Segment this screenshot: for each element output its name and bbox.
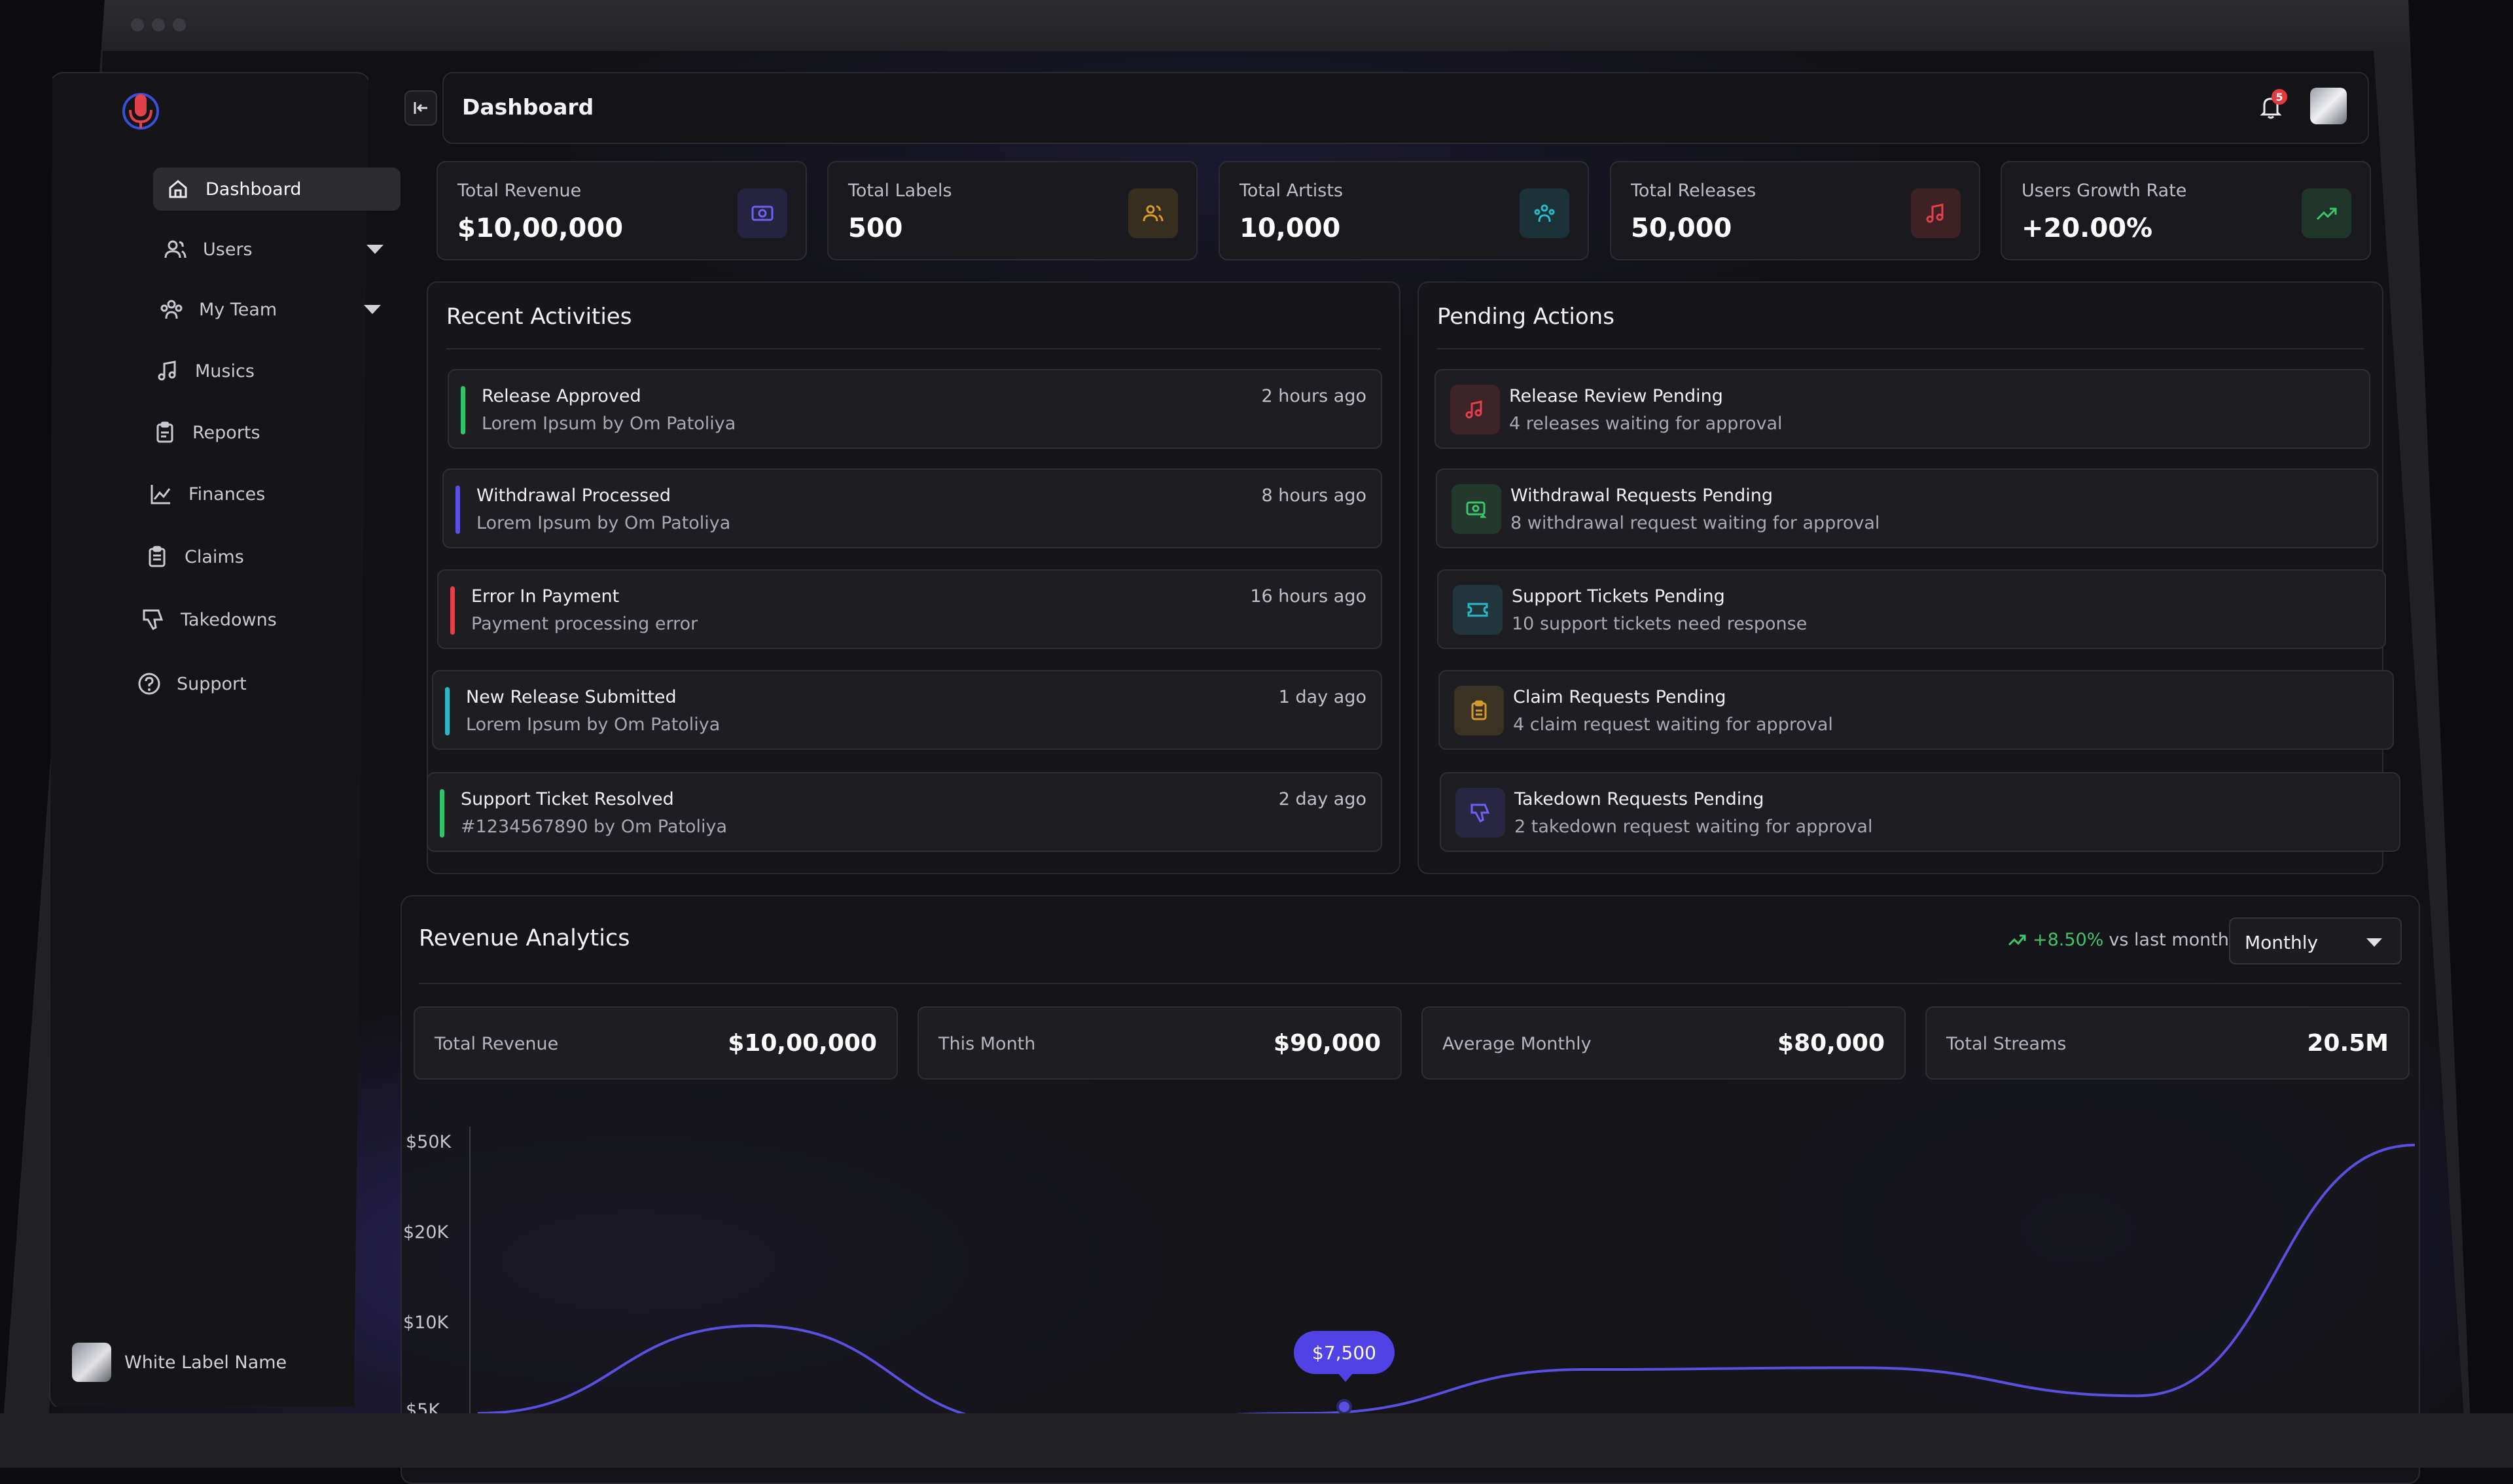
revenue-series-line xyxy=(477,1144,2415,1426)
highlight-point[interactable] xyxy=(1336,1399,1352,1415)
revenue-chart xyxy=(469,1127,2415,1426)
device-bezel-bottom xyxy=(0,1413,2513,1468)
chart-tooltip: $7,500 xyxy=(1294,1331,1395,1374)
chart-tooltip-arrow xyxy=(1338,1373,1353,1382)
